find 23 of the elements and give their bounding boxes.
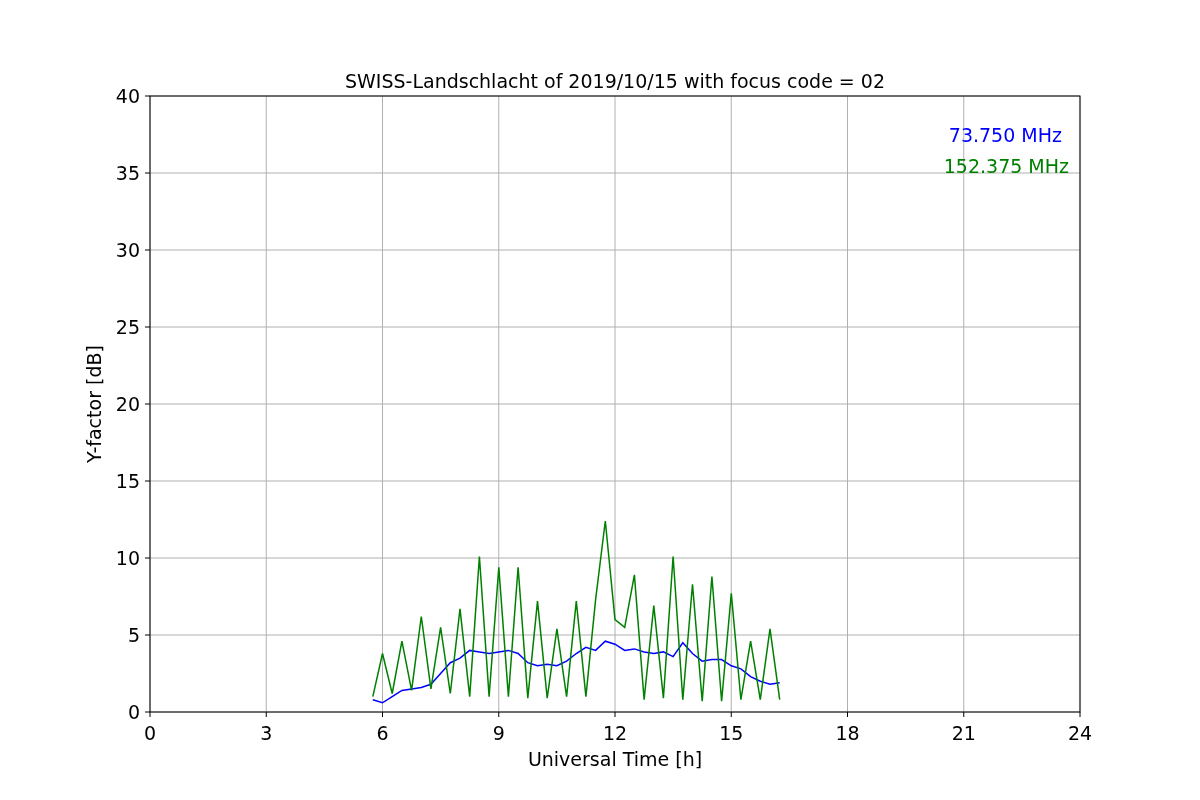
chart-title: SWISS-Landschlacht of 2019/10/15 with focus code = 02 (345, 70, 885, 92)
legend-label: 73.750 MHz (948, 124, 1062, 146)
x-tick-label: 12 (602, 722, 628, 744)
y-tick-label: 25 (115, 316, 140, 338)
x-tick-label: 21 (951, 722, 976, 744)
y-tick-label: 35 (115, 162, 140, 184)
y-tick-label: 30 (115, 239, 140, 261)
x-tick-label: 9 (492, 722, 505, 744)
legend-label: 152.375 MHz (943, 155, 1069, 177)
x-tick-label: 0 (143, 722, 157, 744)
y-tick-label: 5 (127, 624, 140, 646)
y-tick-label: 20 (115, 393, 140, 415)
x-axis-label: Universal Time [h] (527, 748, 703, 770)
y-tick-label: 0 (127, 701, 140, 723)
y-tick-label: 15 (115, 470, 140, 492)
x-tick-label: 3 (260, 722, 273, 744)
x-tick-label: 6 (376, 722, 389, 744)
y-tick-label: 10 (115, 547, 140, 569)
x-tick-label: 24 (1067, 722, 1093, 744)
x-tick-label: 18 (835, 722, 860, 744)
y-axis-label: Y-factor [dB] (83, 345, 105, 463)
x-tick-label: 15 (719, 722, 744, 744)
y-tick-label: 40 (115, 85, 140, 107)
